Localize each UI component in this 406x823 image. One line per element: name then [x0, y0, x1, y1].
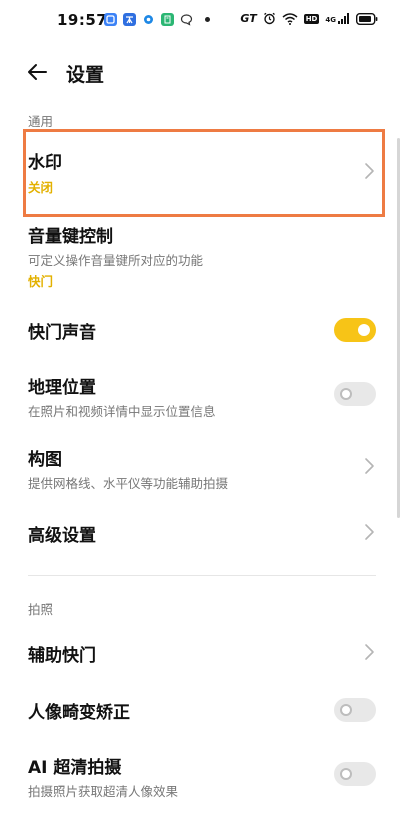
- status-right-icons: GT HD 4G: [240, 12, 378, 25]
- setting-value: 快门: [28, 274, 54, 289]
- setting-assist-shutter[interactable]: 辅助快门: [0, 628, 406, 676]
- section-divider: [28, 575, 376, 576]
- setting-title: 辅助快门: [28, 646, 96, 666]
- setting-title: 快门声音: [28, 323, 96, 343]
- section-header-shooting: 拍照: [28, 602, 54, 617]
- more-notifications-dot: [205, 17, 210, 22]
- dot-app-icon: [142, 13, 155, 26]
- setting-ai-hd[interactable]: AI 超清拍摄 拍摄照片获取超清人像效果: [0, 746, 406, 806]
- setting-volume-key-control[interactable]: 音量键控制 可定义操作音量键所对应的功能 快门: [0, 218, 406, 292]
- section-header-general: 通用: [28, 114, 54, 129]
- setting-subtitle: 提供网格线、水平仪等功能辅助拍摄: [28, 476, 229, 491]
- hd-badge: HD: [303, 13, 320, 24]
- app-notification-icon: [104, 13, 117, 26]
- toggle-knob: [340, 704, 352, 716]
- translate-app-icon: [123, 13, 136, 26]
- setting-location[interactable]: 地理位置 在照片和视频详情中显示位置信息: [0, 366, 406, 426]
- portrait-correction-toggle[interactable]: [334, 698, 376, 722]
- setting-portrait-correction[interactable]: 人像畸变矫正: [0, 686, 406, 734]
- toggle-knob: [340, 388, 352, 400]
- notification-icons: [104, 13, 210, 26]
- chat-bubble-icon: [180, 13, 193, 26]
- setting-subtitle: 可定义操作音量键所对应的功能: [28, 253, 204, 268]
- wifi-icon: [282, 12, 298, 25]
- page-title: 设置: [66, 64, 105, 86]
- location-toggle[interactable]: [334, 382, 376, 406]
- status-time: 19:57: [57, 11, 108, 29]
- battery-icon: [356, 12, 378, 25]
- setting-subtitle: 拍摄照片获取超清人像效果: [28, 784, 179, 799]
- scrollbar[interactable]: [397, 138, 400, 518]
- chevron-right-icon: [365, 644, 374, 660]
- chevron-right-icon: [365, 524, 374, 540]
- chevron-right-icon: [365, 458, 374, 474]
- back-button[interactable]: [24, 59, 50, 85]
- setting-title: 构图: [28, 450, 62, 470]
- back-arrow-icon: [28, 64, 47, 80]
- setting-title: 音量键控制: [28, 227, 113, 247]
- toggle-knob: [340, 768, 352, 780]
- alarm-icon: [263, 12, 275, 25]
- setting-title: AI 超清拍摄: [28, 758, 122, 778]
- signal-icon: 4G: [325, 13, 350, 24]
- green-app-icon: [161, 13, 174, 26]
- header: 设置: [0, 55, 406, 91]
- setting-shutter-sound[interactable]: 快门声音: [0, 306, 406, 354]
- setting-title: 高级设置: [28, 526, 96, 546]
- selection-highlight: [23, 129, 385, 217]
- ai-hd-toggle[interactable]: [334, 762, 376, 786]
- setting-title: 人像畸变矫正: [28, 703, 130, 723]
- network-label: 4G: [325, 16, 336, 24]
- status-bar: 19:57 GT HD 4G: [0, 0, 406, 40]
- setting-title: 地理位置: [28, 378, 96, 398]
- setting-composition[interactable]: 构图 提供网格线、水平仪等功能辅助拍摄: [0, 438, 406, 496]
- setting-advanced[interactable]: 高级设置: [0, 508, 406, 556]
- gt-badge: GT: [240, 12, 257, 25]
- setting-subtitle: 在照片和视频详情中显示位置信息: [28, 404, 216, 419]
- toggle-knob: [358, 324, 370, 336]
- shutter-sound-toggle[interactable]: [334, 318, 376, 342]
